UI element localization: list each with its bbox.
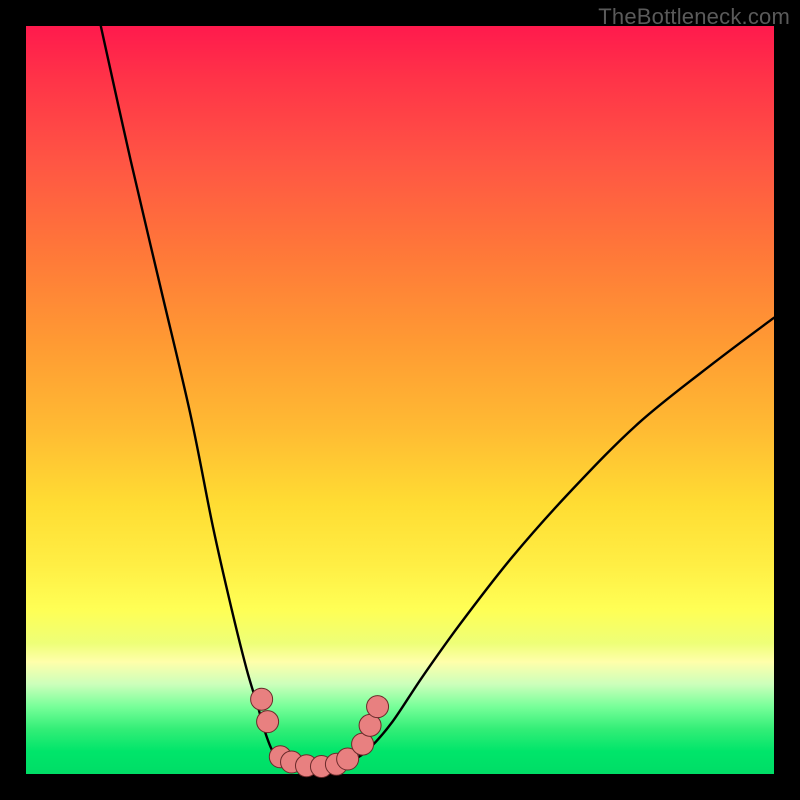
watermark-text: TheBottleneck.com — [598, 4, 790, 30]
gradient-background — [26, 26, 774, 774]
chart-frame: TheBottleneck.com — [0, 0, 800, 800]
